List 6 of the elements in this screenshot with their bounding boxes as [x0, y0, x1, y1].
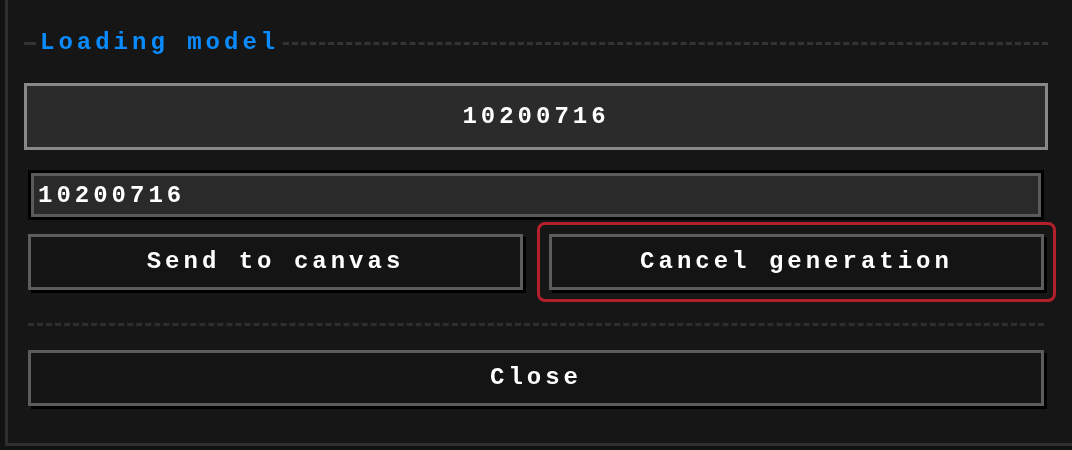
- seed-display: 10200716: [24, 83, 1048, 150]
- seed-field[interactable]: 10200716: [31, 173, 1041, 217]
- action-button[interactable]: Send to canvas: [28, 234, 523, 290]
- section-title: Loading model: [39, 31, 281, 55]
- close-button[interactable]: Close: [28, 350, 1044, 406]
- action-button[interactable]: Cancel generation: [537, 222, 1056, 302]
